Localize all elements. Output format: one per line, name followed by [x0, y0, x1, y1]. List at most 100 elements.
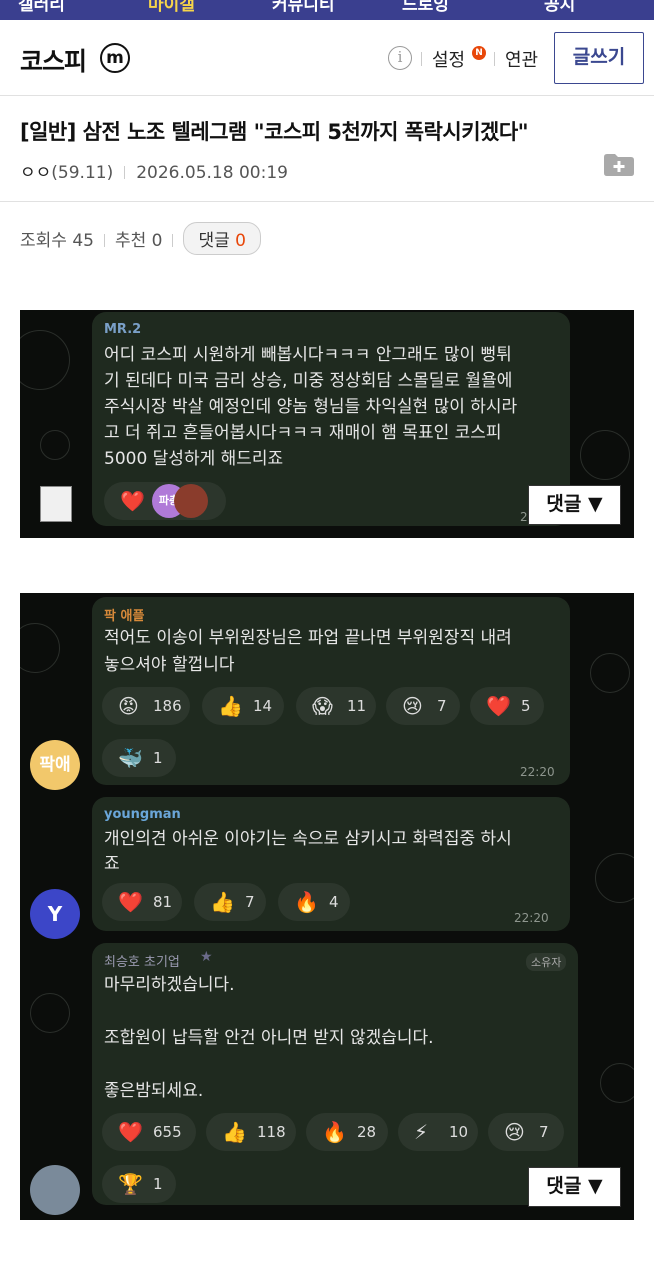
- sender-name: youngman: [104, 807, 181, 822]
- reaction-pill: 😡 186: [102, 687, 190, 725]
- reaction-count: 186: [153, 697, 182, 715]
- message-line: 개인의견 아쉬운 이야기는 속으로 삼키시고 화력집중 하시: [104, 829, 512, 849]
- reaction-pill: 🔥 28: [306, 1113, 388, 1151]
- divider: [421, 52, 422, 66]
- heart-icon: ❤️: [486, 694, 511, 718]
- message-line: 죠: [104, 854, 120, 874]
- reaction-pill: 👍 7: [194, 883, 266, 921]
- reaction-count: 28: [357, 1123, 377, 1141]
- recommend-count: 0: [151, 231, 163, 251]
- reaction-pill: 👍 14: [202, 687, 284, 725]
- whale-icon: 🐳: [118, 746, 143, 770]
- reaction-count: 1: [153, 1175, 163, 1193]
- avatar: Y: [30, 889, 80, 939]
- message-line: 놓으셔야 할껍니다: [104, 655, 235, 675]
- message-time: 22:20: [514, 911, 549, 925]
- settings-link[interactable]: 설정: [432, 46, 465, 72]
- message-line: 적어도 이송이 부위원장님은 파업 끝나면 부위원장직 내려: [104, 628, 512, 648]
- reaction-count: 7: [539, 1123, 549, 1141]
- message-line: 5000 달성하게 해드리죠: [104, 449, 284, 469]
- top-nav-item[interactable]: 공지: [544, 0, 575, 15]
- trophy-icon: 🏆: [118, 1172, 143, 1196]
- background-doodle: [20, 623, 60, 673]
- thumbs-up-icon: 👍: [218, 694, 243, 718]
- crying-face-icon: 😢: [504, 1120, 525, 1144]
- comment-toggle-button[interactable]: 댓글 ▼: [528, 1167, 621, 1207]
- post-header: [일반] 삼전 노조 텔레그램 "코스피 5천까지 폭락시키겠다" ㅇㅇ(59.…: [0, 96, 654, 202]
- author-ip: (59.11): [51, 163, 114, 183]
- thumbs-up-icon: 👍: [210, 890, 235, 914]
- embedded-screenshot: MR.2 어디 코스피 시원하게 빼봅시다ㅋㅋㅋ 안그래도 많이 뻥튀 기 된데…: [20, 310, 634, 538]
- views-label: 조회수: [20, 231, 67, 251]
- message-line: 주식시장 박살 예정인데 양놈 형님들 차익실현 많이 하시라: [104, 397, 518, 417]
- comment-toggle-button[interactable]: 댓글 ▼: [528, 485, 621, 525]
- message-line: 좋은밤되세요.: [104, 1081, 204, 1101]
- background-doodle: [30, 993, 70, 1033]
- views-count: 45: [72, 231, 94, 251]
- reaction-count: 14: [253, 697, 273, 715]
- reaction-pill: 🔥 4: [278, 883, 350, 921]
- reaction-count: 1: [153, 749, 163, 767]
- heart-icon: ❤️: [118, 1120, 143, 1144]
- divider: [103, 234, 105, 247]
- top-nav-item[interactable]: 드로잉: [402, 0, 449, 15]
- info-icon[interactable]: i: [388, 46, 412, 70]
- background-doodle: [600, 1063, 634, 1103]
- reaction-count: 118: [257, 1123, 286, 1141]
- message-line: 조합원이 납득할 안건 아니면 받지 않겠습니다.: [104, 1028, 434, 1048]
- message-line: 마무리하겠습니다.: [104, 975, 235, 995]
- new-badge: N: [472, 46, 486, 60]
- background-doodle: [595, 853, 634, 903]
- star-icon: ★: [200, 949, 213, 965]
- divider: [124, 166, 126, 179]
- background-doodle: [20, 330, 70, 390]
- sender-name: MR.2: [104, 322, 142, 337]
- message-line: 어디 코스피 시원하게 빼봅시다ㅋㅋㅋ 안그래도 많이 뻥튀: [104, 345, 512, 365]
- reaction-count: 655: [153, 1123, 182, 1141]
- author-name[interactable]: ㅇㅇ: [20, 163, 51, 183]
- reaction-pill: ❤️ 5: [470, 687, 544, 725]
- reaction-pill: 😢 7: [488, 1113, 564, 1151]
- gallery-title[interactable]: 코스피: [20, 42, 87, 78]
- avatar: [40, 486, 72, 522]
- related-link[interactable]: 연관: [505, 46, 538, 72]
- folder-add-icon[interactable]: [604, 154, 634, 176]
- embedded-screenshot: 팍 애플 적어도 이송이 부위원장님은 파업 끝나면 부위원장직 내려 놓으셔야…: [20, 593, 634, 1220]
- fire-icon: 🔥: [294, 890, 319, 914]
- recommend-label: 추천: [114, 231, 147, 251]
- reaction-pill: 😢 7: [386, 687, 460, 725]
- angry-face-icon: 😡: [118, 694, 139, 718]
- background-doodle: [590, 653, 630, 693]
- owner-tag: 소유자: [526, 953, 567, 971]
- avatar: 팍애: [30, 740, 80, 790]
- top-nav-item[interactable]: 갤러리: [18, 0, 65, 15]
- reaction-pill: 🐳 1: [102, 739, 176, 777]
- comment-count: 0: [235, 231, 246, 251]
- top-nav: 갤러리 마이갤 커뮤니티 드로잉 공지: [0, 0, 654, 20]
- divider: [172, 234, 174, 247]
- crying-face-icon: 😢: [402, 694, 423, 718]
- message-line: 기 된데다 미국 금리 상승, 미중 정상회담 스몰딜로 월욜에: [104, 371, 513, 391]
- write-button[interactable]: 글쓰기: [554, 32, 644, 84]
- fire-icon: 🔥: [322, 1120, 347, 1144]
- reaction-pill: ⚡ 10: [398, 1113, 478, 1151]
- lightning-icon: ⚡: [414, 1120, 429, 1144]
- comment-count-button[interactable]: 댓글 0: [183, 222, 261, 255]
- reaction-count: 7: [437, 697, 447, 715]
- reaction-count: 11: [347, 697, 367, 715]
- thumbs-up-icon: 👍: [222, 1120, 247, 1144]
- top-nav-item[interactable]: 마이갤: [148, 0, 195, 15]
- top-nav-item[interactable]: 커뮤니티: [272, 0, 335, 15]
- post-meta: ㅇㅇ(59.11) 2026.05.18 00:19: [20, 158, 288, 183]
- gallery-header: 코스피 m i 설정 N 연관 글쓰기: [0, 20, 654, 96]
- background-doodle: [580, 430, 630, 480]
- heart-icon: ❤️: [120, 489, 145, 513]
- reaction-pill: ❤️ 81: [102, 883, 182, 921]
- post-stats: 조회수 45 추천 0 댓글 0: [20, 222, 261, 255]
- avatar: [30, 1165, 80, 1215]
- reaction-count: 7: [245, 893, 255, 911]
- background-doodle: [40, 430, 70, 460]
- screaming-face-icon: 😱: [312, 694, 333, 718]
- heart-icon: ❤️: [118, 890, 143, 914]
- reaction-pill: 🏆 1: [102, 1165, 176, 1203]
